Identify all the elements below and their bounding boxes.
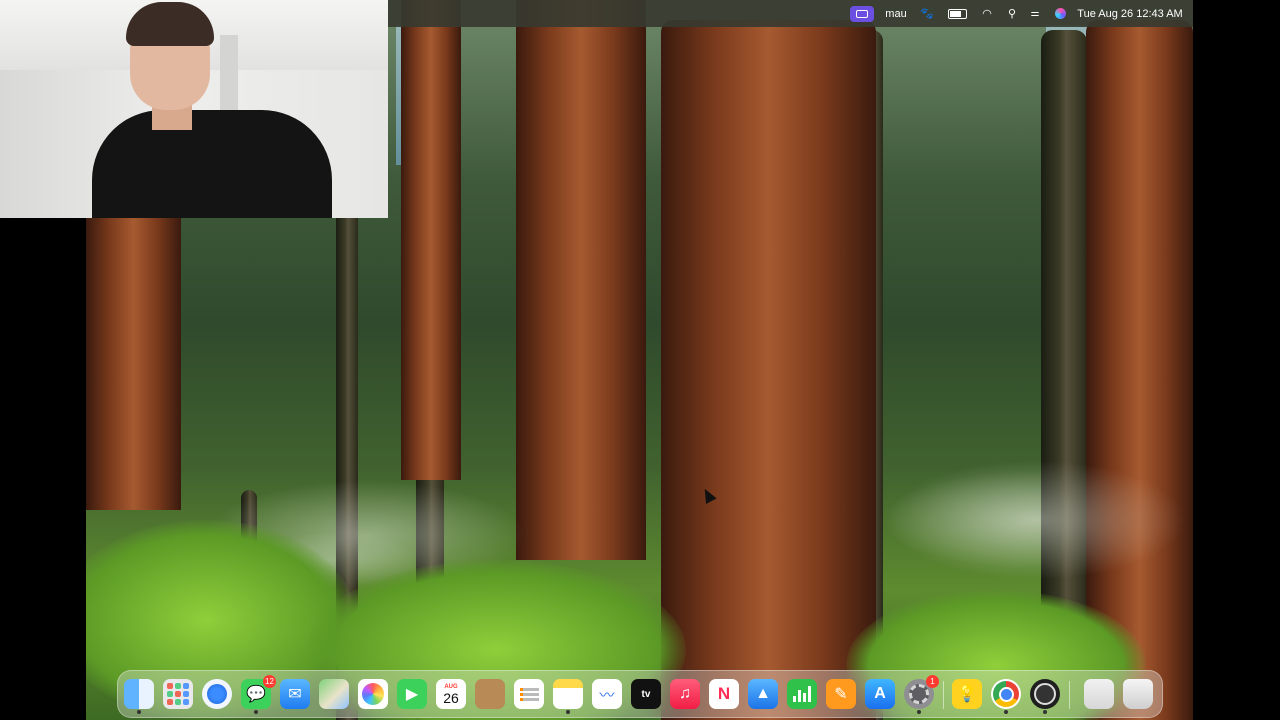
spotlight-search-icon[interactable]: ⚲ [1004, 0, 1020, 27]
menu-clock[interactable]: Tue Aug 26 12:43 AM [1076, 0, 1184, 27]
webcam-person-shirt [92, 110, 332, 218]
pages-icon[interactable]: ✎ [826, 679, 856, 709]
dock-separator [943, 681, 944, 709]
messages-badge: 12 [263, 675, 276, 688]
contacts-icon[interactable] [475, 679, 505, 709]
wallpaper-redwood [661, 20, 876, 720]
facetime-icon[interactable]: ▶ [397, 679, 427, 709]
wallpaper-redwood [516, 0, 646, 560]
trash-icon[interactable] [1123, 679, 1153, 709]
tv-label: tv [641, 688, 651, 700]
obs-icon[interactable] [1030, 679, 1060, 714]
menu-user-name[interactable]: mau [884, 0, 908, 27]
music-icon[interactable]: ♫ [670, 679, 700, 709]
paw-icon[interactable]: 🐾 [918, 0, 936, 27]
apple-tv-icon[interactable]: tv [631, 679, 661, 709]
calendar-day: 26 [443, 689, 459, 706]
control-center-icon[interactable]: ⚌ [1026, 0, 1044, 27]
maps-icon[interactable] [319, 679, 349, 709]
safari-icon[interactable] [202, 679, 232, 709]
battery-icon[interactable] [945, 0, 969, 27]
settings-badge: 1 [926, 675, 939, 688]
reminders-icon[interactable] [514, 679, 544, 709]
wallpaper-redwood [401, 0, 461, 480]
folder-stack-icon[interactable] [1084, 679, 1114, 709]
messages-icon[interactable]: 💬 12 [241, 675, 276, 714]
webcam-overlay [0, 0, 388, 218]
keynote-icon[interactable]: ▲ [748, 679, 778, 709]
calendar-icon[interactable]: AUG 26 [436, 679, 466, 709]
chrome-icon[interactable] [991, 679, 1021, 714]
numbers-icon[interactable] [787, 679, 817, 709]
dock: 💬 12 ✉ ▶ AUG 26 〰 tv ♫ N ▲ ✎ A 1 💡 [117, 670, 1163, 718]
tips-lightbulb-icon[interactable]: 💡 [952, 679, 982, 709]
settings-gear-icon[interactable]: 1 [904, 675, 939, 714]
finder-icon[interactable] [124, 679, 154, 714]
photos-icon[interactable] [358, 679, 388, 709]
freeform-icon[interactable]: 〰 [592, 679, 622, 709]
app-store-icon[interactable]: A [865, 679, 895, 709]
mail-icon[interactable]: ✉ [280, 679, 310, 709]
screen-mirroring-icon[interactable] [848, 0, 876, 27]
menu-bar: mau 🐾 ◠ ⚲ ⚌ Tue Aug 26 12:43 AM [388, 0, 1193, 27]
news-icon[interactable]: N [709, 679, 739, 709]
wifi-icon[interactable]: ◠ [978, 0, 996, 27]
launchpad-icon[interactable] [163, 679, 193, 709]
wallpaper-mist [886, 460, 1186, 580]
notes-icon[interactable] [553, 679, 583, 714]
dock-separator [1069, 681, 1070, 709]
siri-icon[interactable] [1052, 0, 1068, 27]
